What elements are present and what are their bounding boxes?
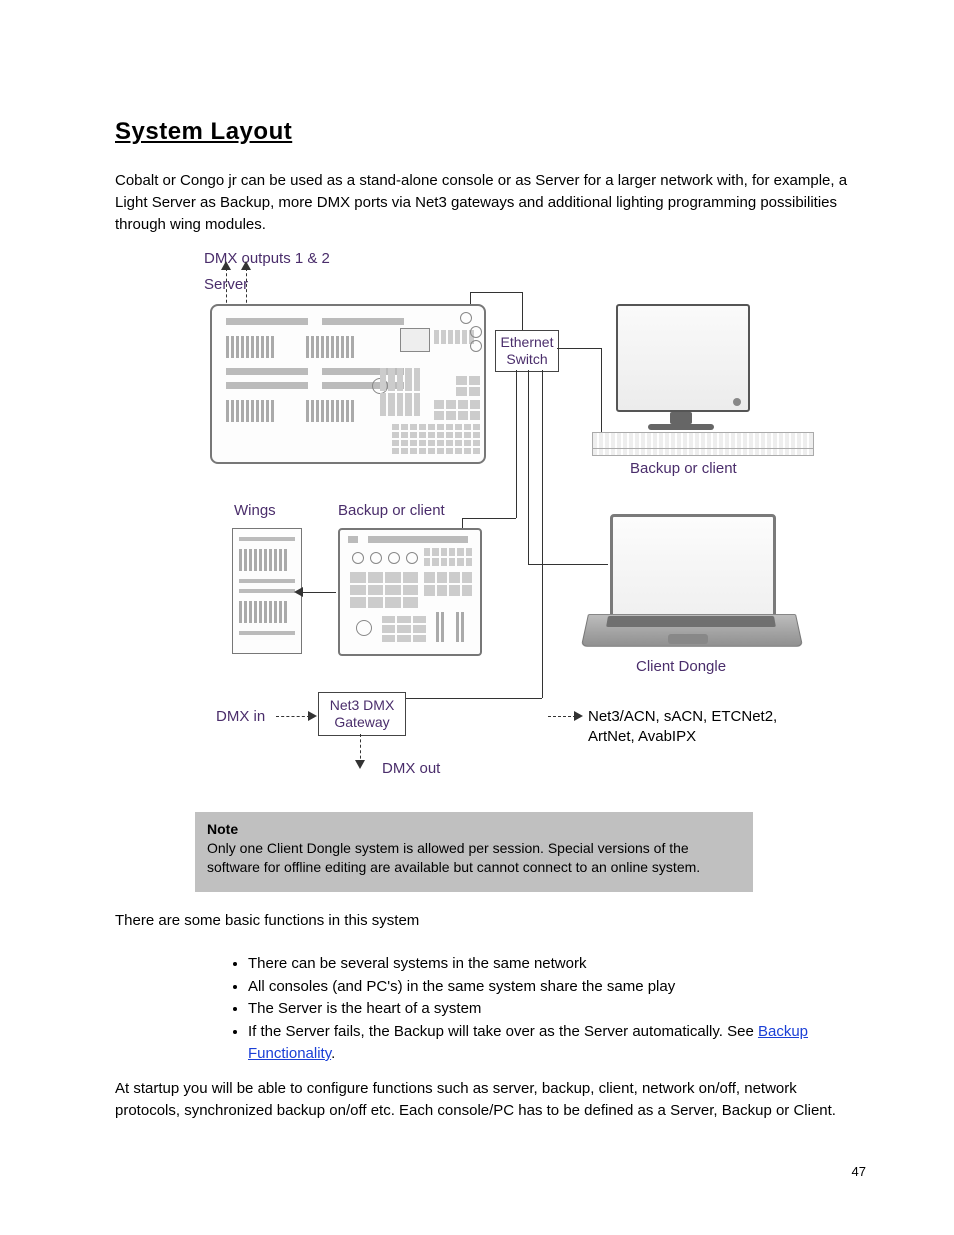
dmx-out-label: DMX out xyxy=(382,760,440,777)
bullets-intro: There are some basic functions in this s… xyxy=(115,912,855,929)
rack-front xyxy=(592,448,814,456)
protocols-line2: ArtNet, AvabIPX xyxy=(588,728,696,745)
protocols-line1: Net3/ACN, sACN, ETCNet2, xyxy=(588,708,777,725)
arrow-right-icon xyxy=(574,711,583,721)
net3-gateway-line1: Net3 DMX xyxy=(330,697,395,715)
system-layout-diagram: DMX outputs 1 & 2 Server xyxy=(190,244,842,790)
see-prefix: See xyxy=(727,1023,758,1040)
page: System Layout Cobalt or Congo jr can be … xyxy=(0,0,954,1235)
list-item: If the Server fails, the Backup will tak… xyxy=(248,1021,868,1066)
after-list-paragraph: At startup you will be able to configure… xyxy=(115,1078,855,1122)
wings-label: Wings xyxy=(234,502,276,519)
arrow-left-icon xyxy=(294,587,303,597)
ethernet-switch-line1: Ethernet xyxy=(501,334,554,352)
ethernet-switch-line2: Switch xyxy=(506,351,547,369)
feature-bullets: There can be several systems in the same… xyxy=(230,953,868,1066)
client-dongle-label: Client Dongle xyxy=(636,658,726,675)
section-heading: System Layout xyxy=(115,118,292,146)
note-block: Note Only one Client Dongle system is al… xyxy=(195,812,753,892)
server-console xyxy=(210,304,486,464)
arrow-down-icon xyxy=(355,760,365,769)
intro-paragraph: Cobalt or Congo jr can be used as a stan… xyxy=(115,170,855,235)
see-suffix: . xyxy=(331,1045,335,1062)
ethernet-switch-box: Ethernet Switch xyxy=(495,330,559,372)
arrow-up-icon xyxy=(221,261,231,270)
page-number: 47 xyxy=(852,1164,866,1179)
arrow-right-icon xyxy=(308,711,317,721)
note-label: Note xyxy=(207,821,238,837)
net3-gateway-line2: Gateway xyxy=(334,714,389,732)
wings-module xyxy=(232,528,302,654)
list-item: There can be several systems in the same… xyxy=(248,953,868,976)
backup-or-client-mid-label: Backup or client xyxy=(338,502,445,519)
dmx-in-label: DMX in xyxy=(216,708,265,725)
list-item: The Server is the heart of a system xyxy=(248,998,868,1021)
backup-or-client-top-label: Backup or client xyxy=(630,460,737,477)
list-item: All consoles (and PC's) in the same syst… xyxy=(248,976,868,999)
laptop-icon xyxy=(610,514,776,618)
backup-console xyxy=(338,528,482,656)
monitor-icon xyxy=(616,304,750,412)
note-body: Only one Client Dongle system is allowed… xyxy=(207,840,700,875)
net3-gateway-box: Net3 DMX Gateway xyxy=(318,692,406,736)
arrow-up-icon xyxy=(241,261,251,270)
